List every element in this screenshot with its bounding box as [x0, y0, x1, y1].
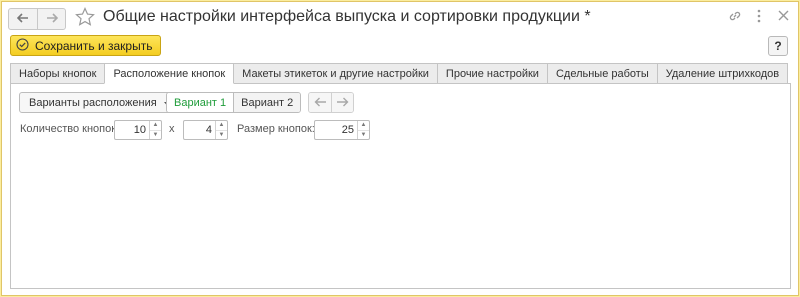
- next-variant-button[interactable]: [331, 93, 353, 112]
- back-button[interactable]: [9, 9, 37, 29]
- navigation-buttons: [8, 8, 66, 30]
- link-button[interactable]: [728, 9, 742, 25]
- forward-button[interactable]: [37, 9, 65, 29]
- more-button[interactable]: [752, 9, 766, 25]
- arrow-left-icon: [16, 12, 29, 26]
- close-button[interactable]: [776, 9, 790, 25]
- close-icon: [778, 10, 789, 24]
- favorite-star-button[interactable]: [75, 7, 95, 30]
- window-title: Общие настройки интерфейса выпуска и сор…: [103, 8, 591, 25]
- button-layout-panel: Варианты расположения Вариант 1 Вариант …: [10, 83, 791, 289]
- tab-bar: Наборы кнопок Расположение кнопок Макеты…: [10, 63, 789, 84]
- arrow-right-icon: [46, 12, 58, 26]
- decrement-button[interactable]: ▼: [358, 131, 369, 140]
- save-and-close-button[interactable]: Сохранить и закрыть: [10, 35, 162, 56]
- variant-2-button[interactable]: Вариант 2: [233, 93, 301, 112]
- window-controls: [728, 9, 790, 25]
- tab-button-layout[interactable]: Расположение кнопок: [104, 63, 235, 84]
- variant-navigation: [308, 92, 354, 113]
- buttons-rows-value[interactable]: 4: [184, 121, 215, 139]
- variant-1-button[interactable]: Вариант 1: [167, 93, 234, 112]
- buttons-rows-stepper[interactable]: 4 ▲ ▼: [183, 120, 228, 140]
- increment-button[interactable]: ▲: [358, 121, 369, 131]
- check-circle-icon: [16, 37, 29, 54]
- arrow-right-icon: [336, 96, 349, 110]
- variant-switcher: Вариант 1 Вариант 2: [166, 92, 302, 113]
- layout-variants-dropdown[interactable]: Варианты расположения: [19, 92, 180, 113]
- save-and-close-label: Сохранить и закрыть: [35, 38, 153, 53]
- tab-other-settings[interactable]: Прочие настройки: [436, 63, 548, 84]
- button-size-label: Размер кнопок:: [237, 123, 315, 135]
- tab-barcode-removal[interactable]: Удаление штрихкодов: [656, 63, 789, 84]
- tab-label-templates[interactable]: Макеты этикеток и другие настройки: [233, 63, 438, 84]
- star-icon: [75, 7, 95, 30]
- buttons-columns-value[interactable]: 10: [115, 121, 149, 139]
- link-icon: [728, 9, 742, 26]
- button-size-value[interactable]: 25: [315, 121, 357, 139]
- buttons-columns-stepper[interactable]: 10 ▲ ▼: [114, 120, 162, 140]
- more-icon: [757, 9, 761, 26]
- arrow-left-icon: [314, 96, 327, 110]
- button-size-stepper[interactable]: 25 ▲ ▼: [314, 120, 370, 140]
- previous-variant-button[interactable]: [309, 93, 331, 112]
- help-button[interactable]: ?: [768, 36, 788, 56]
- multiply-sign: x: [169, 123, 175, 135]
- title-bar: Общие настройки интерфейса выпуска и сор…: [2, 2, 798, 32]
- layout-variants-label: Варианты расположения: [29, 96, 157, 109]
- decrement-button[interactable]: ▼: [216, 131, 227, 140]
- form-window: Общие настройки интерфейса выпуска и сор…: [1, 1, 799, 296]
- decrement-button[interactable]: ▼: [150, 131, 161, 140]
- increment-button[interactable]: ▲: [150, 121, 161, 131]
- increment-button[interactable]: ▲: [216, 121, 227, 131]
- tab-button-sets[interactable]: Наборы кнопок: [10, 63, 106, 84]
- buttons-count-label: Количество кнопок:: [20, 123, 120, 135]
- tab-piece-work[interactable]: Сдельные работы: [546, 63, 658, 84]
